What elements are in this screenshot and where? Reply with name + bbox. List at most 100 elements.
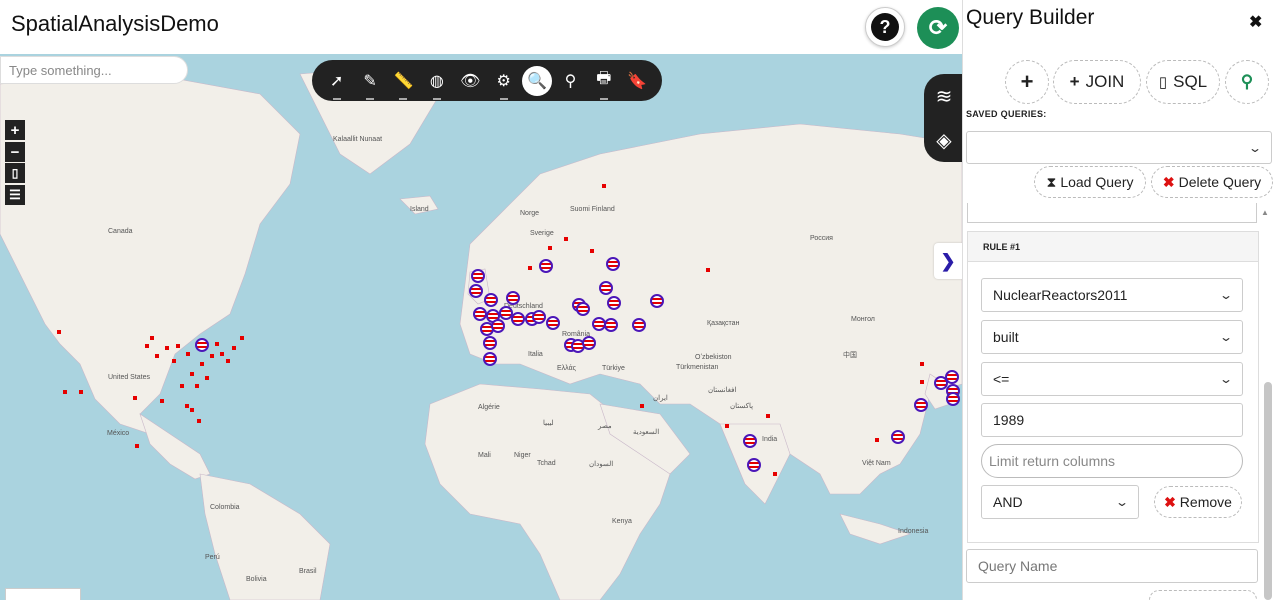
reactor-point[interactable] <box>920 362 924 366</box>
locate-tool-button[interactable]: ⚲ <box>555 66 585 96</box>
reactor-point[interactable] <box>180 384 184 388</box>
reactor-point[interactable] <box>195 384 199 388</box>
value-input[interactable]: 1989 <box>981 403 1243 437</box>
query-result-marker[interactable] <box>747 458 761 472</box>
query-result-marker[interactable] <box>532 310 546 324</box>
reactor-point[interactable] <box>640 404 644 408</box>
query-result-marker[interactable] <box>604 318 618 332</box>
layer-select[interactable]: NuclearReactors2011 ⌄ <box>981 278 1243 312</box>
query-result-marker[interactable] <box>483 352 497 366</box>
query-result-marker[interactable] <box>546 316 560 330</box>
reactor-point[interactable] <box>155 354 159 358</box>
reactor-point[interactable] <box>528 266 532 270</box>
measure-tool-button[interactable]: 📏 <box>388 66 418 100</box>
reactor-point[interactable] <box>165 346 169 350</box>
zoom-out-button[interactable]: − <box>5 142 25 162</box>
reactor-point[interactable] <box>226 359 230 363</box>
layers-icon[interactable]: ◈ <box>936 128 951 153</box>
add-rule-button[interactable]: + <box>1005 60 1049 104</box>
refresh-button[interactable]: ⟳ <box>917 7 959 49</box>
query-result-marker[interactable] <box>632 318 646 332</box>
reactor-point[interactable] <box>205 376 209 380</box>
reactor-point[interactable] <box>176 344 180 348</box>
query-result-marker[interactable] <box>195 338 209 352</box>
reactor-point[interactable] <box>875 438 879 442</box>
operator-select[interactable]: <= ⌄ <box>981 362 1243 396</box>
reactor-point[interactable] <box>548 246 552 250</box>
query-result-marker[interactable] <box>539 259 553 273</box>
print-tool-button[interactable]: 🖶 <box>589 66 619 100</box>
reactor-point[interactable] <box>190 408 194 412</box>
query-result-marker[interactable] <box>483 336 497 350</box>
reactor-point[interactable] <box>160 399 164 403</box>
query-tool-button[interactable]: 🔍 <box>522 65 553 96</box>
help-button[interactable]: ? <box>865 7 905 47</box>
reactor-point[interactable] <box>145 344 149 348</box>
reactor-point[interactable] <box>590 249 594 253</box>
reactor-point[interactable] <box>63 390 67 394</box>
reactor-point[interactable] <box>200 362 204 366</box>
conjunction-select[interactable]: AND ⌄ <box>981 485 1139 519</box>
query-result-marker[interactable] <box>945 370 959 384</box>
query-result-marker[interactable] <box>506 291 520 305</box>
reactor-point[interactable] <box>232 346 236 350</box>
query-result-marker[interactable] <box>650 294 664 308</box>
limit-columns-input[interactable]: Limit return columns <box>981 444 1243 478</box>
query-result-marker[interactable] <box>607 296 621 310</box>
query-result-marker[interactable] <box>914 398 928 412</box>
reactor-point[interactable] <box>564 237 568 241</box>
reactor-point[interactable] <box>602 184 606 188</box>
scroll-up-icon[interactable]: ▲ <box>1261 208 1269 217</box>
query-name-input[interactable]: Query Name <box>966 549 1258 583</box>
reactor-point[interactable] <box>220 352 224 356</box>
reactor-point[interactable] <box>725 424 729 428</box>
saved-queries-select[interactable]: ⌄ <box>966 131 1272 164</box>
query-result-marker[interactable] <box>576 302 590 316</box>
reactor-point[interactable] <box>920 380 924 384</box>
query-result-marker[interactable] <box>599 281 613 295</box>
map-search-input[interactable]: Type something... <box>0 56 188 84</box>
query-result-marker[interactable] <box>471 269 485 283</box>
run-query-button[interactable]: ⚲ <box>1225 60 1269 104</box>
scrollbar-thumb[interactable] <box>1264 382 1272 600</box>
bookmark-tool-button[interactable]: 🔖 <box>622 66 652 96</box>
query-result-marker[interactable] <box>511 312 525 326</box>
reactor-point[interactable] <box>172 359 176 363</box>
reactor-point[interactable] <box>215 342 219 346</box>
reactor-point[interactable] <box>150 336 154 340</box>
query-result-marker[interactable] <box>491 319 505 333</box>
draw-tool-button[interactable]: ✎ <box>355 66 385 100</box>
spatial-tool-button[interactable]: ⚙ <box>489 66 519 100</box>
query-result-marker[interactable] <box>469 284 483 298</box>
legend-button[interactable]: ☰ <box>5 185 25 205</box>
query-result-marker[interactable] <box>484 293 498 307</box>
view-tool-button[interactable]: 👁 <box>455 66 485 96</box>
map-canvas[interactable]: Kalaallit Nunaat Canada Island Norge Sve… <box>0 54 962 600</box>
close-icon[interactable]: ✖ <box>1249 12 1262 32</box>
reactor-point[interactable] <box>57 330 61 334</box>
reactor-point[interactable] <box>186 352 190 356</box>
reactor-point[interactable] <box>197 419 201 423</box>
fullscreen-button[interactable]: ▯ <box>5 163 25 183</box>
delete-query-button[interactable]: ✖ Delete Query <box>1151 166 1273 198</box>
reactor-point[interactable] <box>133 396 137 400</box>
query-result-marker[interactable] <box>891 430 905 444</box>
reactor-point[interactable] <box>210 354 214 358</box>
reactor-point[interactable] <box>185 404 189 408</box>
query-result-marker[interactable] <box>946 392 960 406</box>
reactor-point[interactable] <box>190 372 194 376</box>
query-result-marker[interactable] <box>606 257 620 271</box>
query-result-marker[interactable] <box>473 307 487 321</box>
sql-button[interactable]: ▯ SQL <box>1146 60 1220 104</box>
select-tool-button[interactable]: ➚ <box>322 66 352 100</box>
zoom-in-button[interactable]: + <box>5 120 25 140</box>
basemap-layers-icon[interactable]: ≋ <box>936 84 953 109</box>
field-select[interactable]: built ⌄ <box>981 320 1243 354</box>
reactor-point[interactable] <box>766 414 770 418</box>
reactor-point[interactable] <box>135 444 139 448</box>
reactor-point[interactable] <box>706 268 710 272</box>
reactor-point[interactable] <box>240 336 244 340</box>
reactor-point[interactable] <box>773 472 777 476</box>
save-query-button[interactable] <box>1149 590 1257 600</box>
query-result-marker[interactable] <box>743 434 757 448</box>
